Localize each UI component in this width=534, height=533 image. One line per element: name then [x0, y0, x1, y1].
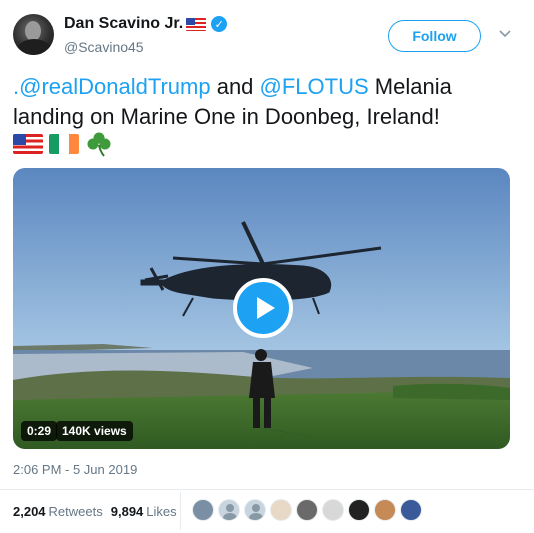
ireland-flag-emoji [49, 134, 79, 154]
author-display-name[interactable]: Dan Scavino Jr. [64, 15, 183, 33]
video-views-badge: 140K views [56, 421, 133, 441]
liker-avatar[interactable] [374, 499, 396, 521]
likes-stat[interactable]: 9,894 Likes [111, 504, 177, 519]
tweet-text-part: and [210, 74, 260, 99]
retweets-label: Retweets [48, 504, 103, 519]
us-flag-emoji [13, 134, 43, 154]
tweet-text: .@realDonaldTrump and @FLOTUS Melania la… [13, 72, 518, 132]
author-name-row[interactable]: Dan Scavino Jr. ✓ [64, 15, 228, 33]
liker-avatar[interactable] [244, 499, 266, 521]
stats-separator [180, 492, 181, 530]
shamrock-emoji [87, 132, 111, 157]
divider [0, 489, 534, 490]
liker-avatar[interactable] [348, 499, 370, 521]
liker-avatars [192, 499, 422, 521]
follow-button[interactable]: Follow [388, 20, 481, 52]
author-handle[interactable]: @Scavino45 [64, 39, 144, 55]
liker-avatar[interactable] [192, 499, 214, 521]
tweet-timestamp[interactable]: 2:06 PM - 5 Jun 2019 [13, 462, 137, 477]
liker-avatar[interactable] [296, 499, 318, 521]
video-player[interactable]: 0:29 140K views [13, 168, 510, 449]
likes-label: Likes [146, 504, 177, 519]
tweet-stats: 2,204 Retweets 9,894 Likes [13, 504, 177, 519]
retweets-stat[interactable]: 2,204 Retweets [13, 504, 103, 519]
liker-avatar[interactable] [322, 499, 344, 521]
mention-link-realdonaldtrump[interactable]: .@realDonaldTrump [13, 74, 211, 99]
likes-count: 9,894 [110, 504, 144, 519]
liker-avatar[interactable] [270, 499, 292, 521]
liker-avatar[interactable] [218, 499, 240, 521]
mention-link-flotus[interactable]: @FLOTUS [260, 74, 369, 99]
chevron-down-icon[interactable] [498, 27, 512, 41]
author-avatar[interactable] [13, 14, 54, 55]
emoji-row [13, 131, 113, 157]
video-duration-badge: 0:29 [21, 421, 58, 441]
verified-badge-icon: ✓ [211, 16, 228, 32]
play-icon [256, 297, 275, 319]
retweets-count: 2,204 [13, 504, 46, 519]
us-flag-icon [186, 17, 207, 31]
liker-avatar[interactable] [400, 499, 422, 521]
play-button[interactable] [233, 278, 293, 338]
